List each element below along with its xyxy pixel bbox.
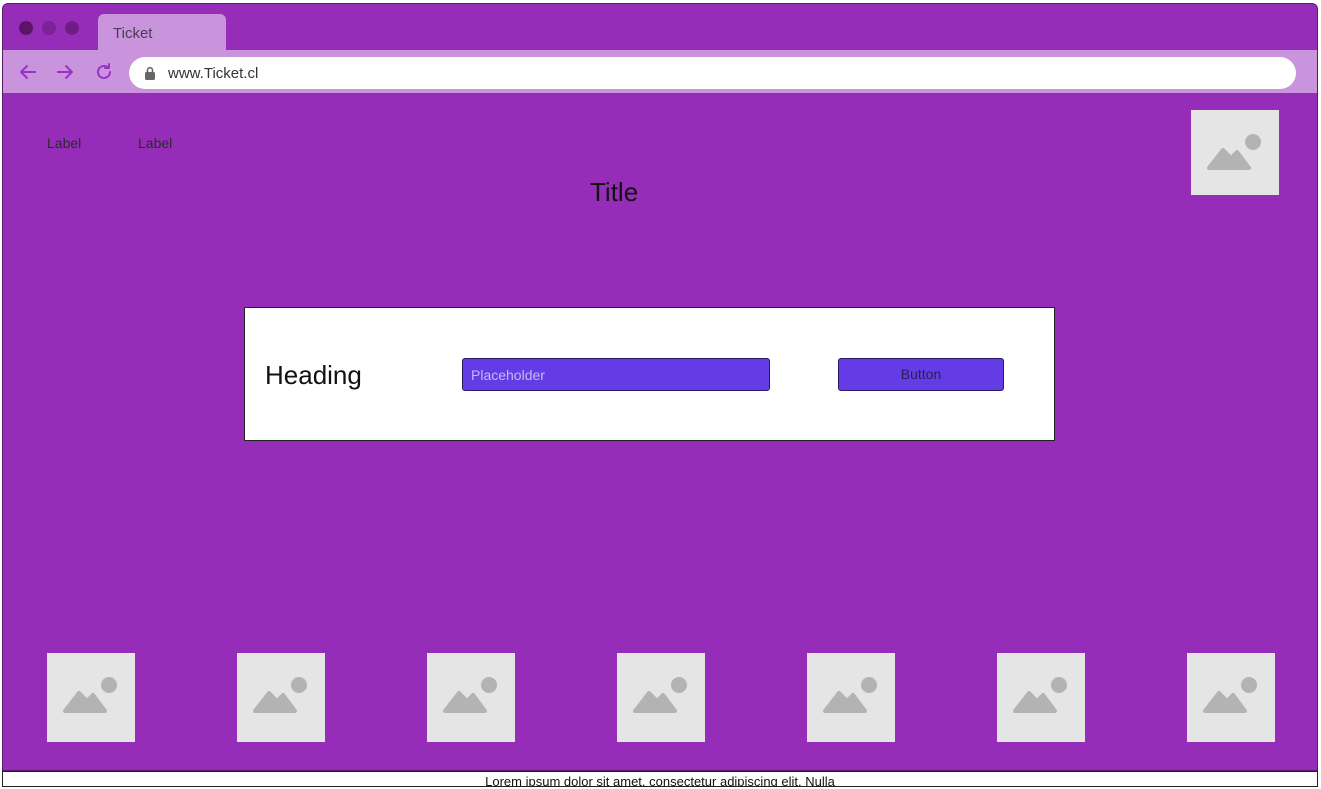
- url-text: www.Ticket.cl: [168, 65, 259, 82]
- reload-icon[interactable]: [94, 62, 114, 82]
- image-placeholder-icon: [1013, 677, 1067, 713]
- browser-toolbar: www.Ticket.cl: [3, 50, 1317, 93]
- footer: Lorem ipsum dolor sit amet, consectetur …: [2, 771, 1318, 787]
- nav-label[interactable]: Label: [47, 135, 81, 151]
- title-bar: Ticket: [3, 4, 1317, 50]
- gallery-image-placeholder[interactable]: [617, 653, 705, 742]
- arrow-right-icon[interactable]: [55, 62, 75, 82]
- page-title: Title: [590, 177, 639, 207]
- image-placeholder-icon: [443, 677, 497, 713]
- footer-text: Lorem ipsum dolor sit amet, consectetur …: [485, 774, 835, 787]
- card-heading: Heading: [265, 360, 362, 390]
- close-window-button[interactable]: [19, 21, 33, 35]
- gallery-image-placeholder[interactable]: [1187, 653, 1275, 742]
- tab-title: Ticket: [113, 25, 153, 42]
- image-placeholder-icon: [823, 677, 877, 713]
- image-placeholder-icon: [253, 677, 307, 713]
- arrow-left-icon[interactable]: [18, 62, 38, 82]
- browser-tab[interactable]: Ticket: [98, 14, 226, 50]
- gallery-image-placeholder[interactable]: [807, 653, 895, 742]
- gallery-image-placeholder[interactable]: [997, 653, 1085, 742]
- search-input[interactable]: [462, 358, 770, 391]
- search-card: Heading Button: [244, 307, 1055, 441]
- image-placeholder-icon: [63, 677, 117, 713]
- image-placeholder-icon: [1203, 677, 1257, 713]
- maximize-window-button[interactable]: [65, 21, 79, 35]
- page-content: Label Label Title Heading Button: [3, 93, 1317, 770]
- image-placeholder-icon: [1207, 134, 1261, 170]
- nav-label[interactable]: Label: [138, 135, 172, 151]
- submit-button[interactable]: Button: [838, 358, 1004, 391]
- gallery-image-placeholder[interactable]: [47, 653, 135, 742]
- image-placeholder-icon: [633, 677, 687, 713]
- logo-image-placeholder: [1191, 110, 1279, 195]
- address-bar[interactable]: www.Ticket.cl: [129, 57, 1296, 89]
- lock-icon: [143, 66, 157, 80]
- browser-window: Ticket www.Ticket.cl Label Label Title H…: [2, 3, 1318, 771]
- gallery-image-placeholder[interactable]: [237, 653, 325, 742]
- minimize-window-button[interactable]: [42, 21, 56, 35]
- gallery-image-placeholder[interactable]: [427, 653, 515, 742]
